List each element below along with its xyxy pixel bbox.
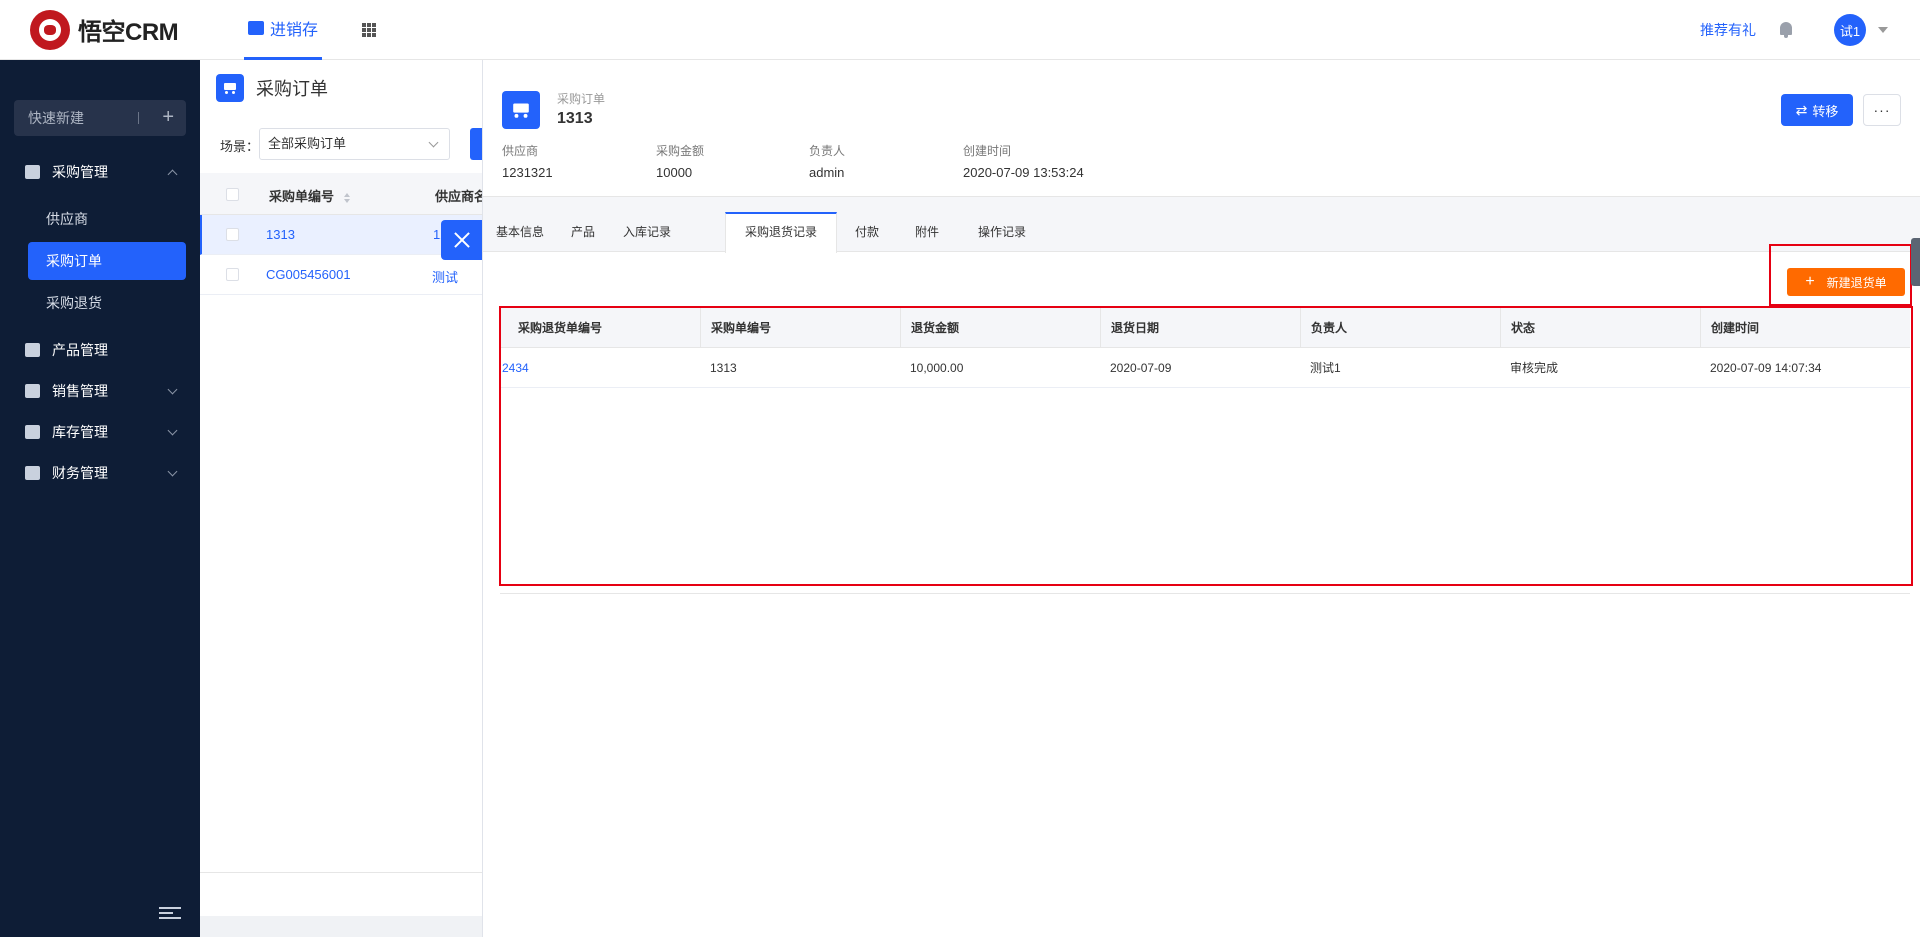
table-row[interactable]: 1313 12 [200, 215, 482, 255]
transfer-label: 转移 [1812, 103, 1839, 119]
sort-icon[interactable] [343, 192, 351, 203]
row-checkbox[interactable] [226, 268, 239, 281]
select-all-checkbox[interactable] [226, 188, 239, 201]
sidebar-group-stock[interactable]: 库存管理 [0, 414, 200, 450]
wallet-icon [25, 466, 40, 480]
meta-value: 10000 [656, 165, 693, 180]
chevron-down-icon [167, 466, 178, 477]
tag-icon [25, 384, 40, 398]
supplier-link[interactable]: 测试 [432, 267, 458, 286]
top-bar: 悟空CRM 进销存 推荐有礼 试1 [0, 0, 1920, 60]
transfer-button[interactable]: ⇄ 转移 [1781, 94, 1853, 126]
chevron-up-icon [167, 169, 178, 180]
meta-supplier: 供应商 1231321 [502, 142, 553, 180]
sidebar-group-product[interactable]: 产品管理 [0, 332, 200, 368]
nav-tab-inventory[interactable]: 进销存 [244, 0, 323, 60]
meta-created: 创建时间 2020-07-09 13:53:24 [963, 142, 1084, 180]
inventory-icon [248, 21, 264, 35]
collapse-menu-icon[interactable] [159, 907, 181, 921]
sidebar-group-finance[interactable]: 财务管理 [0, 455, 200, 491]
meta-owner: 负责人 admin [809, 142, 845, 180]
cart-icon [502, 91, 540, 129]
sidebar-group-label: 库存管理 [52, 424, 108, 440]
monkey-logo-icon [30, 9, 70, 50]
order-list-panel: 采购订单 场景： 全部采购订单 采购单编号 供应商名 1313 12 CG005… [200, 60, 487, 937]
plus-icon[interactable]: + [162, 107, 174, 127]
list-scrollbar[interactable] [200, 916, 482, 937]
tab-purchase-return-records[interactable]: 采购退货记录 [725, 212, 837, 253]
brand-name: 悟空CRM [78, 19, 179, 46]
tab-attachments[interactable]: 附件 [897, 212, 957, 252]
box-icon [25, 343, 40, 357]
highlight-box [1769, 244, 1912, 306]
detail-title: 1313 [557, 110, 593, 127]
meta-key: 供应商 [502, 144, 539, 158]
more-button[interactable]: ··· [1863, 94, 1901, 126]
avatar[interactable]: 试1 [1834, 14, 1866, 46]
meta-key: 创建时间 [963, 144, 1012, 158]
sidebar-group-label: 产品管理 [52, 342, 108, 358]
archive-icon [25, 425, 40, 439]
page-title: 采购订单 [256, 79, 328, 99]
logo[interactable]: 悟空CRM [30, 9, 206, 50]
tab-inbound-records[interactable]: 入库记录 [609, 212, 685, 252]
list-table-header: 采购单编号 供应商名 [200, 173, 487, 215]
quick-new-button[interactable]: 快速新建 + [14, 100, 186, 136]
sidebar-group-label: 财务管理 [52, 465, 108, 481]
tab-operation-log[interactable]: 操作记录 [957, 212, 1047, 252]
highlight-box [499, 306, 1913, 586]
order-code-link[interactable]: CG005456001 [266, 267, 351, 282]
swap-icon: ⇄ [1795, 101, 1808, 118]
meta-amount: 采购金额 10000 [656, 142, 704, 180]
meta-value: 1231321 [502, 165, 553, 180]
meta-value: 2020-07-09 13:53:24 [963, 165, 1084, 180]
list-title: 采购订单 [216, 74, 328, 102]
cart-icon [216, 74, 244, 102]
scene-select[interactable]: 全部采购订单 [259, 128, 450, 160]
column-header-code: 采购单编号 [269, 189, 335, 204]
app-grid-icon[interactable] [362, 22, 377, 37]
column-header-supplier: 供应商名 [435, 189, 488, 204]
sidebar-item-purchase-order[interactable]: 采购订单 [28, 242, 186, 280]
chevron-down-icon [167, 425, 178, 436]
tab-payment[interactable]: 付款 [837, 212, 897, 252]
sidebar-group-purchase[interactable]: 采购管理 [0, 154, 200, 190]
meta-key: 负责人 [809, 144, 846, 158]
order-code-link[interactable]: 1313 [266, 227, 295, 242]
table-row[interactable]: CG005456001 测试 [200, 255, 482, 295]
bell-icon[interactable] [1778, 21, 1794, 39]
quick-new-label: 快速新建 [28, 110, 84, 126]
tab-products[interactable]: 产品 [557, 212, 609, 252]
close-detail-button[interactable] [441, 220, 482, 260]
chevron-down-icon [167, 384, 178, 395]
chevron-down-icon[interactable] [1878, 27, 1888, 33]
tab-basic-info[interactable]: 基本信息 [483, 212, 557, 252]
scene-label: 场景： [220, 139, 260, 154]
sidebar-item-label: 采购退货 [46, 295, 102, 311]
detail-tabs: 基本信息 产品 入库记录 采购退货记录 付款 附件 操作记录 [483, 212, 1920, 253]
sidebar-item-purchase-return[interactable]: 采购退货 [28, 284, 186, 322]
sidebar-item-label: 供应商 [46, 211, 88, 227]
chevron-down-icon [428, 137, 439, 148]
cart-icon [25, 165, 40, 179]
detail-header: 采购订单 1313 供应商 1231321 采购金额 10000 负责人 adm… [483, 60, 1920, 197]
sidebar-group-label: 采购管理 [52, 164, 108, 180]
meta-value: admin [809, 165, 845, 180]
sidebar-item-supplier[interactable]: 供应商 [28, 200, 186, 238]
detail-type-label: 采购订单 [557, 92, 606, 106]
sidebar-group-sales[interactable]: 销售管理 [0, 373, 200, 409]
row-checkbox[interactable] [226, 228, 239, 241]
sidebar-group-label: 销售管理 [52, 383, 108, 399]
scene-value: 全部采购订单 [268, 136, 347, 151]
list-action-button[interactable] [470, 128, 482, 160]
meta-key: 采购金额 [656, 144, 705, 158]
detail-panel: 采购订单 1313 供应商 1231321 采购金额 10000 负责人 adm… [482, 60, 1920, 937]
recommend-link[interactable]: 推荐有礼 [1700, 20, 1756, 40]
sidebar: 快速新建 + 采购管理 供应商 采购订单 采购退货 产品管理 销售管理 库存管理… [0, 60, 200, 937]
scroll-handle[interactable] [1911, 238, 1920, 286]
nav-tab-label: 进销存 [270, 22, 319, 39]
sidebar-item-label: 采购订单 [46, 253, 102, 269]
